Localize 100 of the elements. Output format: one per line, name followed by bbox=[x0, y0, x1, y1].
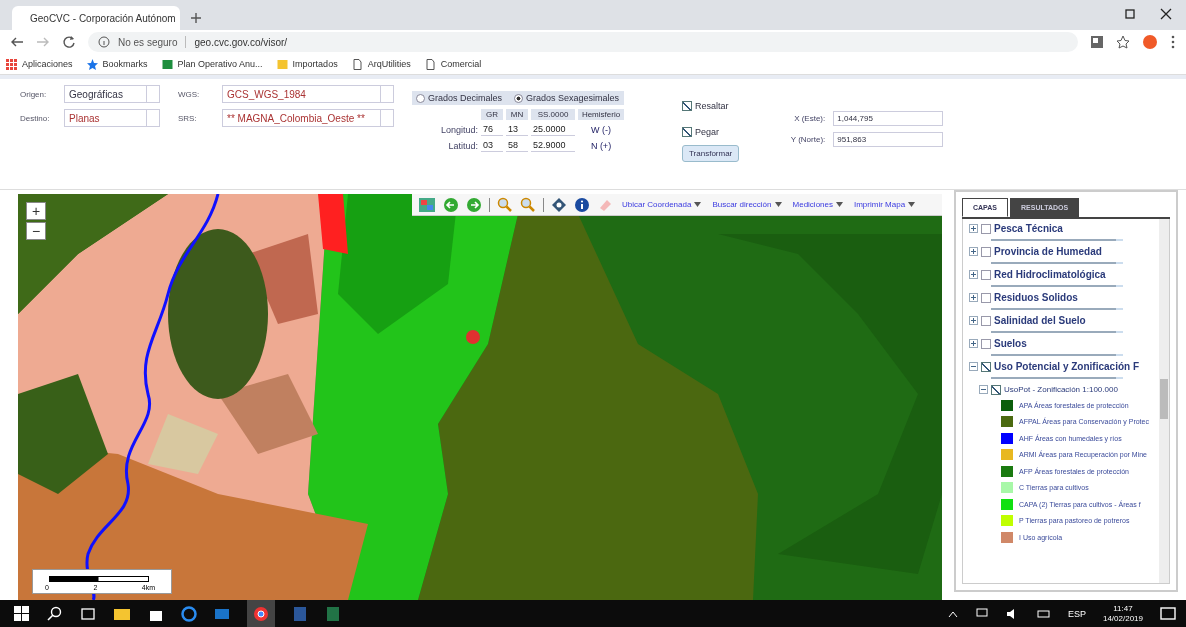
expand-icon[interactable] bbox=[969, 339, 978, 348]
output-field[interactable]: 951,863 bbox=[833, 132, 944, 147]
opacity-slider[interactable] bbox=[991, 305, 1123, 313]
tab-title: GeoCVC - Corporación Autónom bbox=[30, 12, 176, 24]
pan-icon[interactable] bbox=[551, 196, 567, 213]
destination-select[interactable]: Planas bbox=[64, 109, 160, 127]
column-header: GR bbox=[481, 109, 503, 120]
info-icon bbox=[98, 36, 110, 48]
collapse-icon[interactable] bbox=[979, 385, 988, 394]
clock[interactable]: 11:47 14/02/2019 bbox=[1102, 603, 1143, 624]
layer-name: Residuos Solidos bbox=[994, 292, 1078, 303]
datum-label: WGS: bbox=[178, 89, 201, 99]
opacity-slider[interactable] bbox=[991, 351, 1123, 359]
format-radio[interactable]: Grados Sexagesimales bbox=[514, 93, 620, 103]
row-label: Longitud: bbox=[439, 124, 478, 135]
expand-icon[interactable] bbox=[969, 316, 978, 325]
bookmark-link[interactable]: Importados bbox=[276, 58, 338, 70]
map-menu-button[interactable]: Buscar dirección bbox=[710, 200, 784, 209]
address-bar[interactable]: No es seguro geo.cvc.gov.co/visor/ bbox=[88, 32, 1078, 52]
bookmark-link[interactable]: Comercial bbox=[424, 58, 482, 70]
caret-icon bbox=[694, 202, 702, 207]
windows-start-icon[interactable] bbox=[14, 605, 30, 622]
column-header: Hemisferio bbox=[578, 109, 624, 120]
row-label: Latitud: bbox=[447, 140, 478, 151]
coordinate-input[interactable]: 52.9000 bbox=[531, 139, 575, 152]
spreadsheet-icon[interactable] bbox=[325, 605, 341, 622]
bookmark-link[interactable]: Aplicaciones bbox=[6, 58, 73, 70]
expand-icon[interactable] bbox=[969, 270, 978, 279]
layer-checkbox[interactable] bbox=[981, 292, 991, 303]
reload-icon[interactable] bbox=[62, 35, 76, 49]
layer-checkbox[interactable] bbox=[981, 315, 991, 326]
layer-checkbox[interactable] bbox=[981, 338, 991, 349]
close-icon[interactable] bbox=[1160, 8, 1172, 20]
chevron-up-icon[interactable] bbox=[947, 609, 958, 618]
star-icon[interactable] bbox=[1116, 35, 1130, 49]
layer-checkbox[interactable] bbox=[991, 384, 1001, 395]
zoom-in-icon[interactable] bbox=[497, 196, 513, 213]
browser-tab[interactable]: GeoCVC - Corporación Autónom bbox=[12, 6, 180, 30]
map-menu-button[interactable]: Ubicar Coordenada bbox=[620, 200, 704, 209]
collapse-icon[interactable] bbox=[969, 362, 978, 371]
datum-select[interactable]: GCS_WGS_1984 bbox=[222, 85, 394, 103]
opacity-slider[interactable] bbox=[991, 282, 1123, 290]
new-tab-icon[interactable] bbox=[190, 12, 202, 24]
expand-icon[interactable] bbox=[969, 224, 978, 233]
transform-button[interactable]: Transformar bbox=[682, 145, 740, 162]
layer-checkbox[interactable] bbox=[981, 361, 991, 372]
layer-name: Pesca Técnica bbox=[994, 223, 1063, 234]
zoom-in-button[interactable]: + bbox=[26, 202, 46, 220]
layer-checkbox[interactable] bbox=[981, 223, 991, 234]
coordinate-input[interactable]: 76 bbox=[481, 123, 503, 136]
expand-icon[interactable] bbox=[969, 293, 978, 302]
notification-icon[interactable] bbox=[1160, 605, 1176, 622]
coordinate-input[interactable]: 58 bbox=[506, 139, 528, 152]
layer-name: Red Hidroclimatológica bbox=[994, 269, 1106, 280]
bookmark-link[interactable]: Plan Operativo Anu... bbox=[161, 58, 263, 70]
map-menu-button[interactable]: Mediciones bbox=[790, 200, 845, 209]
battery-icon[interactable] bbox=[1036, 607, 1051, 620]
caret-icon bbox=[774, 202, 782, 207]
layer-name: Provincia de Humedad bbox=[994, 246, 1102, 257]
coordinate-input[interactable]: 03 bbox=[481, 139, 503, 152]
language-indicator[interactable]: ESP bbox=[1067, 608, 1086, 619]
bookmark-link[interactable]: Bookmarks bbox=[86, 58, 148, 70]
task-view-icon[interactable] bbox=[80, 605, 96, 622]
info-icon[interactable] bbox=[574, 196, 590, 213]
origin-select[interactable]: Geográficas bbox=[64, 85, 160, 103]
land-use-map-drawing[interactable] bbox=[18, 194, 942, 600]
star-icon bbox=[86, 58, 98, 70]
output-field[interactable]: 1,044,795 bbox=[833, 111, 944, 126]
hemisphere-text: W (-) bbox=[590, 124, 612, 135]
srs-select[interactable]: ** MAGNA_Colombia_Oeste ** bbox=[222, 109, 394, 127]
map-menu-button[interactable]: Imprimir Mapa bbox=[852, 200, 918, 209]
opacity-slider[interactable] bbox=[991, 374, 1123, 382]
coordinate-input[interactable]: 25.0000 bbox=[531, 123, 575, 136]
restore-window-icon[interactable] bbox=[1124, 8, 1136, 20]
layer-checkbox[interactable] bbox=[981, 246, 991, 257]
hemisphere-text: N (+) bbox=[589, 140, 613, 151]
option-checkbox[interactable]: Pegar bbox=[682, 127, 720, 137]
bookmark-link[interactable]: ArqUtilities bbox=[351, 58, 411, 70]
security-label: No es seguro bbox=[118, 36, 178, 48]
menu-icon[interactable] bbox=[1170, 35, 1176, 49]
layer-name: Salinidad del Suelo bbox=[994, 315, 1086, 326]
opacity-slider[interactable] bbox=[991, 259, 1123, 267]
vertical-scrollbar[interactable] bbox=[1159, 219, 1169, 583]
back-arrow-icon[interactable] bbox=[10, 36, 24, 48]
layers-icon[interactable] bbox=[418, 196, 436, 213]
coordinate-input[interactable]: 13 bbox=[506, 123, 528, 136]
opacity-slider[interactable] bbox=[991, 328, 1123, 336]
layer-checkbox[interactable] bbox=[981, 269, 991, 280]
profile-avatar-icon[interactable] bbox=[1142, 34, 1158, 50]
output-label: X (Este): bbox=[793, 114, 826, 123]
expand-icon[interactable] bbox=[969, 247, 978, 256]
format-radio[interactable]: Grados Decimales bbox=[416, 93, 503, 103]
origin-label: Origen: bbox=[20, 89, 48, 99]
url-text: geo.cvc.gov.co/visor/ bbox=[194, 36, 288, 48]
document-icon[interactable] bbox=[292, 605, 308, 622]
search-icon[interactable] bbox=[47, 605, 63, 622]
opacity-slider[interactable] bbox=[991, 236, 1123, 244]
option-checkbox[interactable]: Resaltar bbox=[682, 101, 729, 111]
zoom-out-icon[interactable] bbox=[520, 196, 536, 213]
zoom-out-button[interactable]: − bbox=[26, 222, 46, 240]
